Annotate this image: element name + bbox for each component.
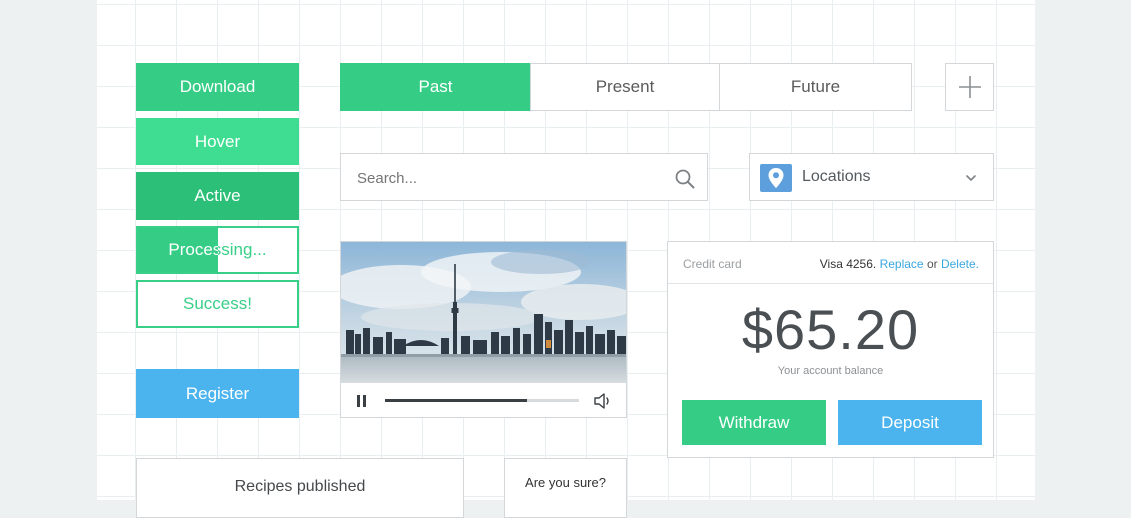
- credit-card-label: Credit card: [683, 257, 742, 271]
- withdraw-button[interactable]: Withdraw: [682, 400, 826, 445]
- volume-icon[interactable]: [593, 392, 613, 410]
- confirm-question: Are you sure?: [525, 475, 606, 490]
- tab-past[interactable]: Past: [340, 63, 531, 111]
- confirm-dialog: Are you sure?: [504, 458, 627, 518]
- processing-label: Processing...: [168, 240, 218, 259]
- pause-icon[interactable]: [356, 394, 368, 408]
- video-controls: [341, 383, 626, 417]
- account-balance-amount: $65.20: [741, 298, 920, 361]
- active-button[interactable]: Active: [136, 172, 299, 220]
- location-pin-icon: [760, 164, 792, 192]
- video-progress-track[interactable]: [385, 399, 579, 402]
- hover-button[interactable]: Hover: [136, 118, 299, 165]
- search-icon[interactable]: [674, 168, 696, 190]
- success-button[interactable]: Success!: [136, 280, 299, 328]
- card-number: Visa 4256.: [819, 257, 877, 271]
- register-button[interactable]: Register: [136, 369, 299, 418]
- tab-future[interactable]: Future: [719, 63, 912, 111]
- locations-label: Locations: [802, 168, 871, 185]
- download-button[interactable]: Download: [136, 63, 299, 111]
- locations-dropdown[interactable]: Locations: [749, 153, 994, 201]
- video-thumbnail: [341, 242, 626, 383]
- search-input[interactable]: [355, 166, 659, 190]
- add-button[interactable]: [945, 63, 994, 111]
- card-info: Visa 4256. Replace or Delete.: [820, 257, 979, 271]
- tab-present[interactable]: Present: [530, 63, 720, 111]
- deposit-button[interactable]: Deposit: [838, 400, 982, 445]
- credit-card-header: Credit card Visa 4256. Replace or Delete…: [668, 242, 993, 284]
- search-box[interactable]: [340, 153, 708, 201]
- video-player[interactable]: [340, 241, 627, 418]
- delete-link[interactable]: Delete.: [941, 257, 979, 271]
- replace-link[interactable]: Replace: [880, 257, 924, 271]
- recipes-label: Recipes published: [234, 478, 366, 495]
- or-text: or: [926, 257, 938, 271]
- processing-button[interactable]: Processing... Processing...: [136, 226, 299, 274]
- plus-icon: [958, 76, 981, 98]
- recipes-card: Recipes published: [136, 458, 464, 518]
- chevron-down-icon: [966, 175, 976, 182]
- credit-card-panel: Credit card Visa 4256. Replace or Delete…: [667, 241, 994, 458]
- processing-label-overlay: Processing...: [138, 228, 218, 272]
- account-balance-caption: Your account balance: [777, 365, 884, 377]
- video-progress-fill: [385, 399, 527, 402]
